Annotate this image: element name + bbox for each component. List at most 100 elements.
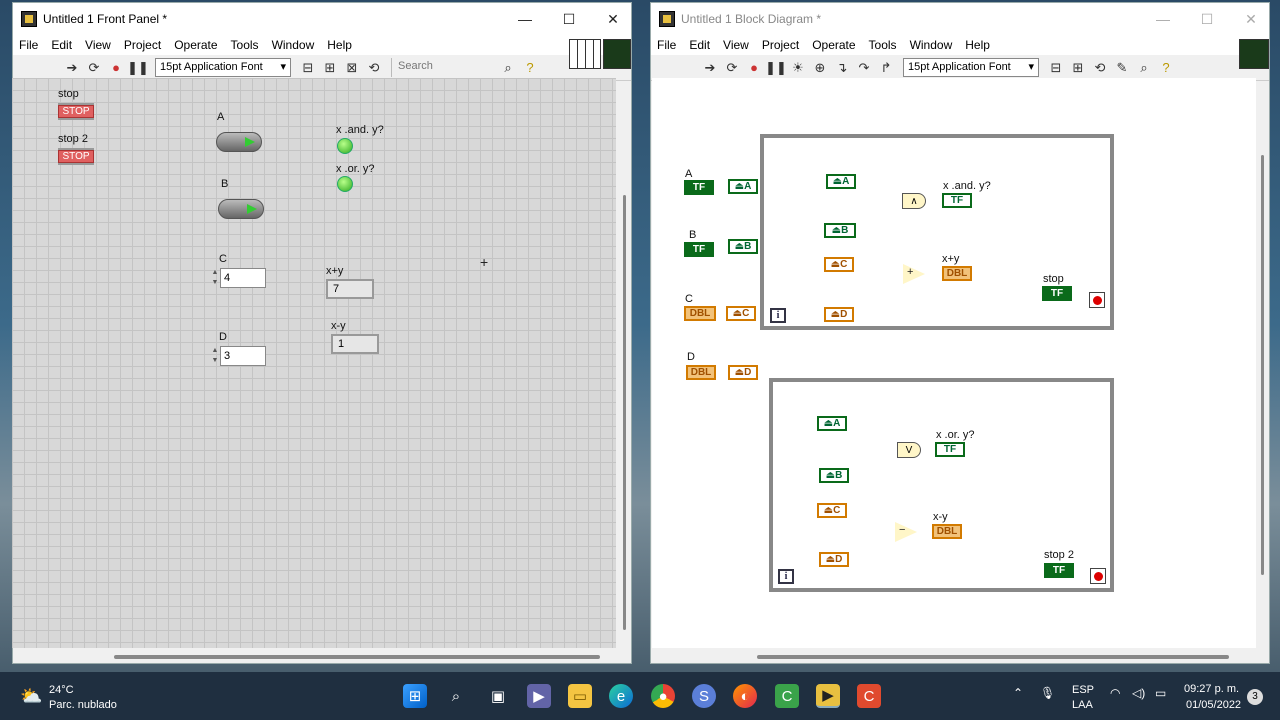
c-local-variable[interactable]: ⏏ C	[726, 306, 756, 321]
menu-edit[interactable]: Edit	[51, 38, 72, 52]
maximize-icon[interactable]: ☐	[547, 3, 591, 35]
file-explorer-icon[interactable]: ▭	[568, 684, 592, 708]
clean-up-diagram-icon[interactable]: ✎	[1111, 58, 1133, 78]
d-local-variable[interactable]: ⏏ D	[728, 365, 758, 380]
labview-taskbar-icon[interactable]: ▶	[816, 684, 840, 708]
menu-window[interactable]: Window	[272, 38, 315, 52]
minimize-icon[interactable]: —	[1141, 3, 1185, 35]
sum-indicator-terminal[interactable]: DBL	[942, 266, 972, 281]
language-line-1[interactable]: ESP	[1072, 684, 1094, 696]
menu-window[interactable]: Window	[910, 38, 953, 52]
stop2-terminal[interactable]: TF	[1044, 563, 1074, 578]
front-panel-v-scrollbar[interactable]	[623, 195, 626, 630]
b-terminal[interactable]: TF	[684, 242, 714, 257]
and-indicator-terminal[interactable]: TF	[942, 193, 972, 208]
run-continuously-icon[interactable]: ⟳	[83, 58, 105, 78]
menu-help[interactable]: Help	[965, 38, 990, 52]
menu-file[interactable]: File	[19, 38, 38, 52]
clock-time[interactable]: 09:27 p. m.	[1184, 683, 1239, 695]
firefox-icon[interactable]: ◐	[733, 684, 757, 708]
run-arrow-icon[interactable]: ➔	[61, 58, 83, 78]
wifi-icon[interactable]: ◠	[1110, 686, 1120, 700]
resize-icon[interactable]: ⊠	[341, 58, 363, 78]
d-terminal[interactable]: DBL	[686, 365, 716, 380]
menu-view[interactable]: View	[85, 38, 111, 52]
d-increment-icon[interactable]: ▲ ▼	[210, 346, 220, 366]
chevron-up-icon[interactable]: ⌃	[1013, 686, 1023, 700]
front-panel-canvas[interactable]: stop STOP stop 2 STOP A B x .and. y? x .…	[12, 78, 616, 648]
block-diagram-v-scrollbar[interactable]	[1261, 155, 1264, 575]
notification-badge[interactable]: 3	[1247, 689, 1263, 705]
search-input[interactable]: Search	[391, 58, 497, 77]
run-continuously-icon[interactable]: ⟳	[721, 58, 743, 78]
align-icon[interactable]: ⊟	[1045, 58, 1067, 78]
loop2-c-ref[interactable]: ⏏ C	[817, 503, 847, 518]
loop1-d-ref[interactable]: ⏏ D	[824, 307, 854, 322]
diff-indicator-terminal[interactable]: DBL	[932, 524, 962, 539]
step-over-icon[interactable]: ↷	[853, 58, 875, 78]
chrome-icon[interactable]: ●	[651, 684, 675, 708]
weather-temperature[interactable]: 24°C	[49, 684, 74, 696]
weather-condition[interactable]: Parc. nublado	[49, 699, 117, 711]
retain-wire-values-icon[interactable]: ⊕	[809, 58, 831, 78]
b-toggle-switch[interactable]	[218, 199, 264, 219]
distribute-icon[interactable]: ⊞	[319, 58, 341, 78]
search-icon[interactable]: ⌕	[497, 58, 519, 78]
menu-edit[interactable]: Edit	[689, 38, 710, 52]
pause-icon[interactable]: ❚❚	[765, 58, 787, 78]
app-s-icon[interactable]: S	[692, 684, 716, 708]
weather-icon[interactable]: ⛅	[20, 686, 42, 707]
run-arrow-icon[interactable]: ➔	[699, 58, 721, 78]
minimize-icon[interactable]: —	[503, 3, 547, 35]
c-numeric-control[interactable]: ▲ ▼ 4	[210, 268, 266, 288]
menu-help[interactable]: Help	[327, 38, 352, 52]
a-terminal[interactable]: TF	[684, 180, 714, 195]
connector-pane-icon[interactable]	[569, 39, 601, 69]
menu-tools[interactable]: Tools	[869, 38, 897, 52]
menu-operate[interactable]: Operate	[174, 38, 217, 52]
menu-view[interactable]: View	[723, 38, 749, 52]
loop1-a-ref[interactable]: ⏏ A	[826, 174, 856, 189]
step-out-icon[interactable]: ↱	[875, 58, 897, 78]
a-toggle-switch[interactable]	[216, 132, 262, 152]
start-icon[interactable]: ⊞	[403, 684, 427, 708]
front-panel-h-scrollbar[interactable]	[114, 655, 600, 659]
d-numeric-control[interactable]: ▲ ▼ 3	[210, 346, 266, 366]
volume-icon[interactable]: ◁)	[1132, 686, 1145, 700]
a-local-variable[interactable]: ⏏ A	[728, 179, 758, 194]
clock-date[interactable]: 01/05/2022	[1186, 699, 1241, 711]
camtasia-red-icon[interactable]: C	[857, 684, 881, 708]
loop2-d-ref[interactable]: ⏏ D	[819, 552, 849, 567]
close-icon[interactable]: ✕	[1229, 3, 1273, 35]
and-function[interactable]: ∧	[902, 193, 926, 209]
align-icon[interactable]: ⊟	[297, 58, 319, 78]
camtasia-green-icon[interactable]: C	[775, 684, 799, 708]
step-into-icon[interactable]: ↴	[831, 58, 853, 78]
menu-file[interactable]: File	[657, 38, 676, 52]
loop1-c-ref[interactable]: ⏏ C	[824, 257, 854, 272]
b-local-variable[interactable]: ⏏ B	[728, 239, 758, 254]
menu-project[interactable]: Project	[762, 38, 799, 52]
battery-icon[interactable]: ▭	[1155, 686, 1166, 700]
font-selector[interactable]: 15pt Application Font	[903, 58, 1039, 77]
microphone-icon[interactable]: 🎙	[1040, 686, 1055, 700]
reorder-icon[interactable]: ⟲	[1089, 58, 1111, 78]
search-icon[interactable]: ⌕	[1133, 58, 1155, 78]
language-line-2[interactable]: LAA	[1072, 699, 1093, 711]
task-view-icon[interactable]: ▣	[486, 684, 510, 708]
c-terminal[interactable]: DBL	[684, 306, 716, 321]
menu-project[interactable]: Project	[124, 38, 161, 52]
search-icon[interactable]: ⌕	[444, 684, 468, 708]
loop1-stop-condition-icon[interactable]	[1089, 292, 1105, 308]
distribute-icon[interactable]: ⊞	[1067, 58, 1089, 78]
block-diagram-h-scrollbar[interactable]	[757, 655, 1229, 659]
loop1-b-ref[interactable]: ⏏ B	[824, 223, 856, 238]
highlight-execution-icon[interactable]: ☀	[787, 58, 809, 78]
maximize-icon[interactable]: ☐	[1185, 3, 1229, 35]
vi-icon[interactable]	[603, 39, 631, 69]
loop2-a-ref[interactable]: ⏏ A	[817, 416, 847, 431]
abort-icon[interactable]: ●	[743, 58, 765, 78]
loop2-b-ref[interactable]: ⏏ B	[819, 468, 849, 483]
abort-icon[interactable]: ●	[105, 58, 127, 78]
stop2-button[interactable]: STOP	[58, 148, 94, 165]
